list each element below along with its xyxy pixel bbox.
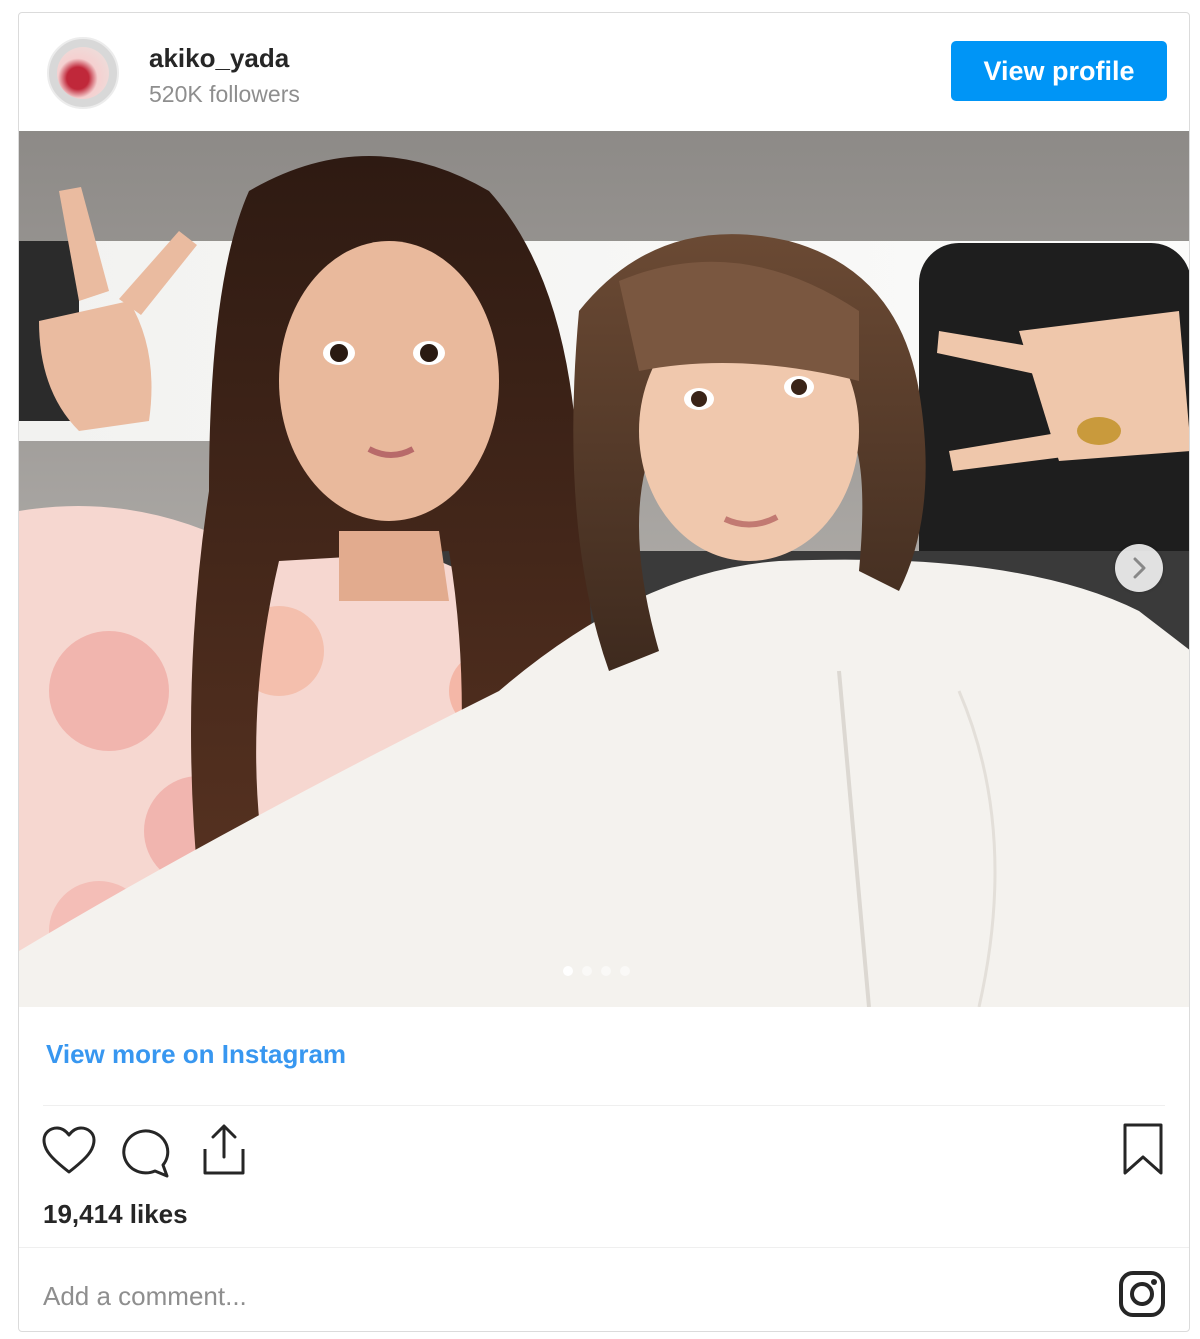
view-profile-button[interactable]: View profile	[951, 41, 1167, 101]
heart-icon	[42, 1126, 96, 1174]
instagram-embed-card: akiko_yada 520K followers View profile V…	[18, 12, 1190, 1332]
next-slide-button[interactable]	[1115, 544, 1163, 592]
share-icon	[203, 1124, 245, 1175]
comment-button[interactable]	[117, 1125, 173, 1184]
chevron-right-icon	[1133, 557, 1146, 579]
like-button[interactable]	[41, 1125, 97, 1182]
carousel-dot	[601, 966, 611, 976]
post-header: akiko_yada 520K followers View profile	[19, 13, 1189, 131]
divider	[43, 1105, 1165, 1106]
view-more-link[interactable]: View more on Instagram	[46, 1039, 346, 1070]
carousel-dot	[582, 966, 592, 976]
comment-input[interactable]: Add a comment...	[43, 1281, 247, 1312]
share-button[interactable]	[199, 1121, 249, 1182]
comment-icon	[122, 1129, 170, 1178]
divider	[19, 1247, 1189, 1248]
post-image	[19, 131, 1189, 1007]
carousel-dot	[620, 966, 630, 976]
avatar[interactable]	[47, 37, 119, 109]
instagram-logo-link[interactable]	[1117, 1269, 1167, 1324]
carousel-dot-active	[563, 966, 573, 976]
post-photo[interactable]	[19, 131, 1189, 1007]
bookmark-icon	[1123, 1123, 1163, 1175]
instagram-icon	[1119, 1271, 1165, 1317]
username[interactable]: akiko_yada	[149, 43, 289, 74]
save-button[interactable]	[1121, 1121, 1165, 1182]
follower-count: 520K followers	[149, 81, 300, 107]
like-count: 19,414 likes	[43, 1199, 188, 1229]
carousel-indicator	[563, 963, 639, 976]
